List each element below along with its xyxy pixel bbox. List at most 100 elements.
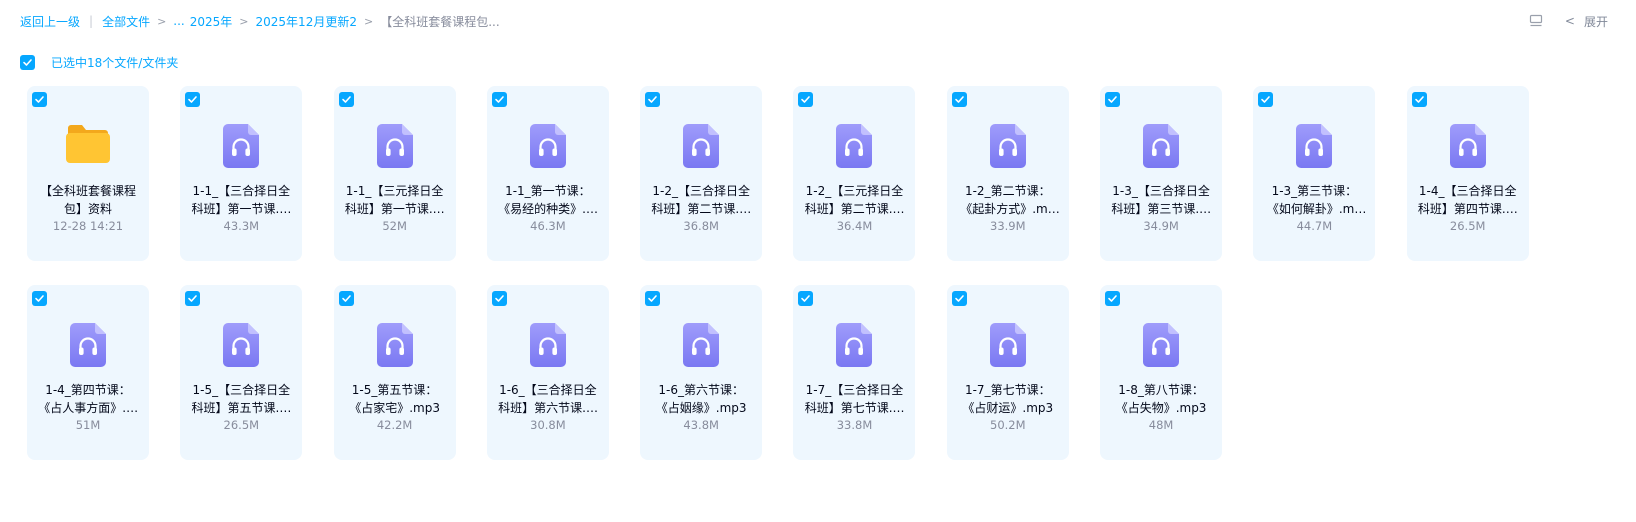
file-checkbox[interactable] bbox=[645, 92, 661, 107]
file-card[interactable]: 1-3_【三合择日全科班】第三节课.mp3 34.9M bbox=[1100, 86, 1223, 261]
audio-file-icon bbox=[683, 124, 720, 168]
file-card[interactable]: 1-4_【三合择日全科班】第四节课.mp3 26.5M bbox=[1406, 86, 1529, 261]
check-icon bbox=[23, 58, 32, 66]
breadcrumb-all-files[interactable]: 全部文件 bbox=[102, 13, 150, 30]
check-icon bbox=[801, 295, 811, 302]
file-size: 36.4M bbox=[836, 219, 873, 233]
file-checkbox[interactable] bbox=[338, 92, 354, 107]
folder-thumbnail bbox=[27, 124, 149, 168]
file-name: 1-2_【三合择日全科班】第二节课.mp3 bbox=[651, 184, 751, 216]
file-checkbox[interactable] bbox=[185, 92, 201, 107]
audio-file-icon bbox=[529, 124, 566, 168]
file-size: 26.5M bbox=[1449, 219, 1486, 233]
file-checkbox[interactable] bbox=[798, 92, 814, 107]
file-name: 1-2_第二节课：《起卦方式》.mp3 bbox=[960, 184, 1056, 216]
file-size: 30.8M bbox=[530, 418, 566, 432]
file-size: 33.9M bbox=[990, 219, 1026, 233]
file-name: 1-6_第六节课：《占姻缘》.mp3 bbox=[655, 383, 747, 415]
file-checkbox[interactable] bbox=[338, 291, 354, 306]
file-card[interactable]: 【全科班套餐课程包】资料 12-28 14:21 bbox=[27, 86, 149, 261]
file-size: 34.9M bbox=[1143, 219, 1179, 233]
file-checkbox[interactable] bbox=[491, 291, 507, 306]
chevron-right-icon: > bbox=[239, 14, 249, 28]
file-checkbox[interactable] bbox=[1105, 92, 1121, 107]
file-card[interactable]: 1-1_【三合择日全科班】第一节课.mp3 43.3M bbox=[180, 86, 303, 261]
file-card[interactable]: 1-6_第六节课：《占姻缘》.mp3 43.8M bbox=[640, 285, 763, 460]
file-checkbox[interactable] bbox=[1411, 92, 1427, 107]
audio-file-icon bbox=[529, 323, 566, 367]
breadcrumb-item-2025-12[interactable]: 2025年12月更新2 bbox=[256, 13, 357, 30]
check-icon bbox=[188, 295, 198, 302]
folder-icon bbox=[66, 125, 110, 163]
chevron-right-icon: > bbox=[363, 14, 374, 28]
file-name: 1-3_第三节课：《如何解卦》.mp3 bbox=[1266, 184, 1362, 216]
file-size: 44.7M bbox=[1296, 219, 1333, 233]
file-grid: 【全科班套餐课程包】资料 12-28 14:21 1-1_【三合择日全科班】第一节课… bbox=[27, 86, 1529, 460]
file-card[interactable]: 1-5_第五节课：《占家宅》.mp3 42.2M bbox=[333, 285, 456, 460]
file-size: 36.8M bbox=[683, 219, 719, 233]
toolbar-right: < 展开 bbox=[1529, 11, 1608, 31]
audio-thumbnail bbox=[1100, 124, 1222, 168]
select-all-checkbox[interactable] bbox=[20, 54, 35, 70]
audio-thumbnail bbox=[487, 323, 609, 367]
expand-button[interactable]: < 展开 bbox=[1565, 13, 1608, 30]
file-checkbox[interactable] bbox=[951, 291, 967, 306]
audio-file-icon bbox=[1449, 124, 1486, 168]
file-card[interactable]: 1-8_第八节课：《占失物》.mp3 48M bbox=[1100, 285, 1223, 460]
file-card[interactable]: 1-6_【三合择日全科班】第六节课.mp3 30.8M bbox=[486, 285, 609, 460]
file-checkbox[interactable] bbox=[491, 92, 507, 107]
file-card[interactable]: 1-5_【三合择日全科班】第五节课.mp3 26.5M bbox=[180, 285, 303, 460]
file-name: 1-5_第五节课：《占家宅》.mp3 bbox=[349, 383, 440, 415]
file-card[interactable]: 1-3_第三节课：《如何解卦》.mp3 44.7M bbox=[1253, 86, 1376, 261]
file-checkbox[interactable] bbox=[951, 92, 967, 107]
file-name: 1-4_【三合择日全科班】第四节课.mp3 bbox=[1417, 184, 1518, 216]
file-size: 51M bbox=[75, 418, 101, 432]
audio-thumbnail bbox=[334, 124, 456, 168]
file-name: 1-1_【三合择日全科班】第一节课.mp3 bbox=[191, 184, 292, 216]
file-checkbox[interactable] bbox=[185, 291, 201, 306]
file-name: 1-2_【三元择日全科班】第二节课.mp3 bbox=[804, 184, 905, 216]
file-checkbox[interactable] bbox=[1258, 92, 1274, 107]
file-size: 43.3M bbox=[223, 219, 260, 233]
file-card[interactable]: 1-4_第四节课：《占人事方面》.mp3 51M bbox=[27, 285, 149, 460]
audio-thumbnail bbox=[640, 124, 762, 168]
audio-thumbnail bbox=[180, 124, 302, 168]
file-checkbox[interactable] bbox=[645, 291, 661, 306]
check-icon bbox=[35, 96, 44, 103]
file-card[interactable]: 1-1_【三元择日全科班】第一节课.mp3 52M bbox=[333, 86, 456, 261]
file-card[interactable]: 1-1_第一节课：《易经的种类》.mp3 46.3M bbox=[486, 86, 609, 261]
file-card[interactable]: 1-2_第二节课：《起卦方式》.mp3 33.9M bbox=[946, 86, 1069, 261]
file-size: 46.3M bbox=[530, 219, 566, 233]
audio-file-icon bbox=[1143, 323, 1180, 367]
file-size: 26.5M bbox=[223, 418, 260, 432]
file-checkbox[interactable] bbox=[798, 291, 814, 306]
layout-icon[interactable] bbox=[1529, 14, 1543, 28]
file-checkbox[interactable] bbox=[32, 291, 47, 306]
back-link[interactable]: 返回上一级 bbox=[20, 13, 80, 30]
check-icon bbox=[341, 295, 351, 302]
file-card[interactable]: 1-2_【三元择日全科班】第二节课.mp3 36.4M bbox=[793, 86, 916, 261]
breadcrumb-divider: | bbox=[89, 14, 94, 28]
file-size: 43.8M bbox=[683, 418, 719, 432]
check-icon bbox=[648, 96, 657, 103]
file-card[interactable]: 1-2_【三合择日全科班】第二节课.mp3 36.8M bbox=[640, 86, 763, 261]
audio-file-icon bbox=[70, 323, 106, 367]
breadcrumb-ellipsis[interactable]: ... bbox=[173, 14, 184, 28]
breadcrumb-current: 【全科班套餐课程包... bbox=[380, 14, 500, 29]
file-size: 52M bbox=[382, 219, 407, 233]
check-icon bbox=[1261, 96, 1271, 103]
audio-file-icon bbox=[1143, 124, 1180, 168]
selection-count: 已选中18个文件/文件夹 bbox=[51, 55, 179, 70]
breadcrumb-item-2025[interactable]: 2025年 bbox=[190, 13, 233, 30]
file-checkbox[interactable] bbox=[32, 92, 47, 107]
file-checkbox[interactable] bbox=[1105, 291, 1121, 306]
file-name: 1-5_【三合择日全科班】第五节课.mp3 bbox=[191, 383, 292, 415]
file-card[interactable]: 1-7_【三合择日全科班】第七节课.mp3 33.8M bbox=[793, 285, 916, 460]
check-icon bbox=[954, 295, 964, 302]
top-bar: 返回上一级 | 全部文件 > ... 2025年 > 2025年12月更新2 >… bbox=[0, 0, 1636, 42]
file-card[interactable]: 1-7_第七节课：《占财运》.mp3 50.2M bbox=[946, 285, 1069, 460]
file-name: 【全科班套餐课程包】资料 bbox=[39, 184, 136, 216]
expand-label: 展开 bbox=[1583, 14, 1608, 29]
check-icon bbox=[1108, 295, 1117, 302]
file-name: 1-4_第四节课：《占人事方面》.mp3 bbox=[38, 383, 138, 415]
